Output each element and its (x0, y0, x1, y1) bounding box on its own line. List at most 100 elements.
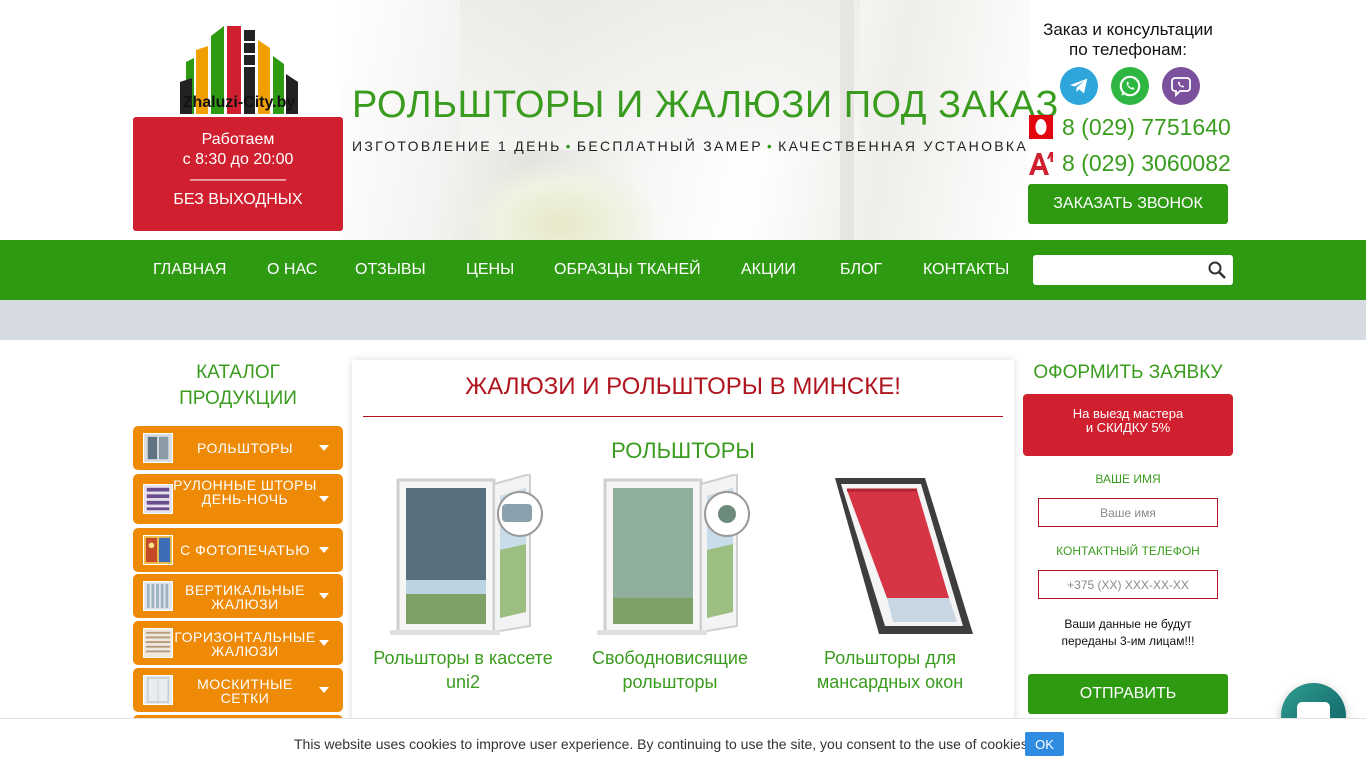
hours-divider: —————— (190, 171, 286, 188)
photo-print-thumbnail (143, 535, 173, 565)
catalog-item-label: РОЛЬШТОРЫ (196, 440, 293, 456)
catalog-item-label: МОСКИТНЫЕ СЕТКИ (197, 676, 293, 706)
catalog-title-line-1: КАТАЛОГ (196, 362, 280, 383)
privacy-line-1: Ваши данные не будут (1064, 617, 1192, 631)
feature-separator: • (565, 138, 573, 154)
phone-label: КОНТАКТНЫЙ ТЕЛЕФОН (1056, 544, 1200, 558)
chevron-down-icon[interactable] (319, 496, 329, 502)
phone-number-a1[interactable]: 8 (029) 3060082 (1062, 150, 1231, 177)
contact-title: Заказ и консультации по телефонам: (1028, 20, 1228, 60)
contact-title-line-2: по телефонам: (1069, 40, 1187, 59)
product-name[interactable]: Свободновисящие рольшторы (565, 646, 775, 694)
logo-text[interactable]: Zhaluzi-City.by (178, 94, 300, 112)
catalog-item-roller-blinds[interactable]: РОЛЬШТОРЫ (133, 426, 343, 470)
nav-item-about[interactable]: О НАС (267, 240, 317, 300)
catalog-title-line-2: ПРОДУКЦИИ (179, 388, 297, 409)
vertical-blinds-thumbnail (143, 581, 173, 611)
nav-item-reviews[interactable]: ОТЗЫВЫ (355, 240, 426, 300)
submit-button[interactable]: ОТПРАВИТЬ (1028, 674, 1228, 714)
feature-item: БЕСПЛАТНЫЙ ЗАМЕР (576, 138, 763, 154)
day-night-thumbnail (143, 484, 173, 514)
feature-list: ИЗГОТОВЛЕНИЕ 1 ДЕНЬ • БЕСПЛАТНЫЙ ЗАМЕР • КАЧ… (352, 138, 1026, 154)
feature-item: ИЗГОТОВЛЕНИЕ 1 ДЕНЬ (352, 138, 562, 154)
order-call-button[interactable]: ЗАКАЗАТЬ ЗВОНОК (1028, 184, 1228, 224)
page-title: РОЛЬШТОРЫ И ЖАЛЮЗИ ПОД ЗАКАЗ (352, 84, 1059, 126)
nav-item-home[interactable]: ГЛАВНАЯ (153, 240, 226, 300)
catalog-item-label: С ФОТОПЕЧАТЬЮ (180, 542, 310, 558)
main-content-card: ЖАЛЮЗИ И РОЛЬШТОРЫ В МИНСКЕ! РОЛЬШТОРЫ Р… (352, 360, 1014, 730)
product-name[interactable]: Рольшторы для мансардных окон (785, 646, 995, 694)
catalog-item-horizontal-blinds[interactable]: ГОРИЗОНТАЛЬНЫЕ ЖАЛЮЗИ (133, 621, 343, 665)
discount-line-2: и СКИДКУ 5% (1085, 420, 1171, 435)
nav-item-contacts[interactable]: КОНТАКТЫ (923, 240, 1009, 300)
whatsapp-icon[interactable] (1111, 67, 1149, 105)
header-blind-shape (460, 0, 860, 150)
privacy-line-2: переданы 3-им лицам!!! (1061, 634, 1195, 648)
discount-banner: На выезд мастера и СКИДКУ 5% (1023, 394, 1233, 456)
phone-number-mts[interactable]: 8 (029) 7751640 (1062, 114, 1231, 141)
catalog-item-vertical-blinds[interactable]: ВЕРТИКАЛЬНЫЕ ЖАЛЮЗИ (133, 574, 343, 618)
catalog-item-label: ВЕРТИКАЛЬНЫЕ ЖАЛЮЗИ (184, 582, 306, 612)
chevron-down-icon[interactable] (319, 547, 329, 553)
catalog-item-day-night[interactable]: РУЛОННЫЕ ШТОРЫ ДЕНЬ-НОЧЬ (133, 474, 343, 524)
content-divider (363, 416, 1003, 417)
chevron-down-icon[interactable] (319, 687, 329, 693)
product-name-line-1: Свободновисящие (592, 648, 748, 668)
nav-item-promotions[interactable]: АКЦИИ (741, 240, 796, 300)
a1-icon (1028, 150, 1054, 176)
phone-field[interactable] (1038, 570, 1218, 599)
feature-separator: • (766, 138, 775, 154)
discount-line-1: На выезд мастера (1072, 406, 1184, 421)
messenger-links (1060, 67, 1200, 105)
hours-line-1: Работаем (201, 131, 275, 148)
horizontal-blinds-thumbnail (143, 628, 173, 658)
viber-icon[interactable] (1162, 67, 1200, 105)
cookie-banner: This website uses cookies to improve use… (0, 718, 1366, 768)
nav-item-fabric-samples[interactable]: ОБРАЗЦЫ ТКАНЕЙ (554, 240, 701, 300)
catalog-item-mosquito-nets[interactable]: МОСКИТНЫЕ СЕТКИ (133, 668, 343, 712)
attic-window-blind-image[interactable] (805, 474, 975, 639)
hours-line-2: с 8:30 до 20:00 (182, 151, 294, 168)
cookie-text: This website uses cookies to improve use… (294, 736, 1032, 752)
site-header: Zhaluzi-City.by Работаем с 8:30 до 20:00… (0, 0, 1366, 240)
product-name[interactable]: Рольшторы в кассете uni2 (358, 646, 568, 694)
catalog-title: КАТАЛОГ ПРОДУКЦИИ (133, 360, 343, 412)
phone-row-a1[interactable]: 8 (029) 3060082 (1028, 148, 1238, 178)
product-name-line-2: рольшторы (622, 672, 718, 692)
order-form-title: ОФОРМИТЬ ЗАЯВКУ (1033, 362, 1223, 383)
section-title: РОЛЬШТОРЫ (611, 438, 755, 463)
free-hanging-roller-blind-image[interactable] (587, 474, 757, 639)
contact-title-line-1: Заказ и консультации (1043, 20, 1213, 39)
cassette-roller-blind-image[interactable] (380, 474, 550, 639)
telegram-icon[interactable] (1060, 67, 1098, 105)
catalog-item-photo-print[interactable]: С ФОТОПЕЧАТЬЮ (133, 528, 343, 572)
nav-item-prices[interactable]: ЦЕНЫ (466, 240, 514, 300)
content-title: ЖАЛЮЗИ И РОЛЬШТОРЫ В МИНСКЕ! (465, 373, 901, 400)
chevron-down-icon[interactable] (319, 593, 329, 599)
chevron-down-icon[interactable] (319, 445, 329, 451)
main-navigation: ГЛАВНАЯ О НАС ОТЗЫВЫ ЦЕНЫ ОБРАЗЦЫ ТКАНЕЙ… (0, 240, 1366, 300)
feature-item: КАЧЕСТВЕННАЯ УСТАНОВКА (778, 138, 1029, 154)
name-label: ВАШЕ ИМЯ (1095, 472, 1161, 486)
product-name-line-1: Рольшторы в кассете (373, 648, 553, 668)
grey-banner-strip (0, 300, 1366, 340)
product-name-line-1: Рольшторы для (824, 648, 956, 668)
privacy-note: Ваши данные не будут переданы 3-им лицам… (1023, 616, 1233, 650)
roller-blinds-thumbnail (143, 433, 173, 463)
phone-row-mts[interactable]: 8 (029) 7751640 (1028, 112, 1238, 142)
chevron-down-icon[interactable] (319, 640, 329, 646)
hours-line-3: БЕЗ ВЫХОДНЫХ (173, 191, 303, 208)
working-hours-box: Работаем с 8:30 до 20:00 —————— БЕЗ ВЫХО… (133, 117, 343, 231)
catalog-item-label: РУЛОННЫЕ ШТОРЫ ДЕНЬ-НОЧЬ (173, 477, 317, 507)
cookie-ok-button[interactable]: OK (1025, 732, 1064, 756)
product-name-line-2: мансардных окон (816, 672, 964, 692)
search-icon[interactable] (1207, 260, 1227, 280)
search-box (1033, 255, 1233, 285)
mts-icon (1028, 114, 1054, 140)
nav-item-blog[interactable]: БЛОГ (840, 240, 882, 300)
header-tree-shape (460, 160, 660, 240)
name-field[interactable] (1038, 498, 1218, 527)
product-name-line-2: uni2 (445, 672, 481, 692)
search-input[interactable] (1033, 255, 1203, 285)
mosquito-nets-thumbnail (143, 675, 173, 705)
